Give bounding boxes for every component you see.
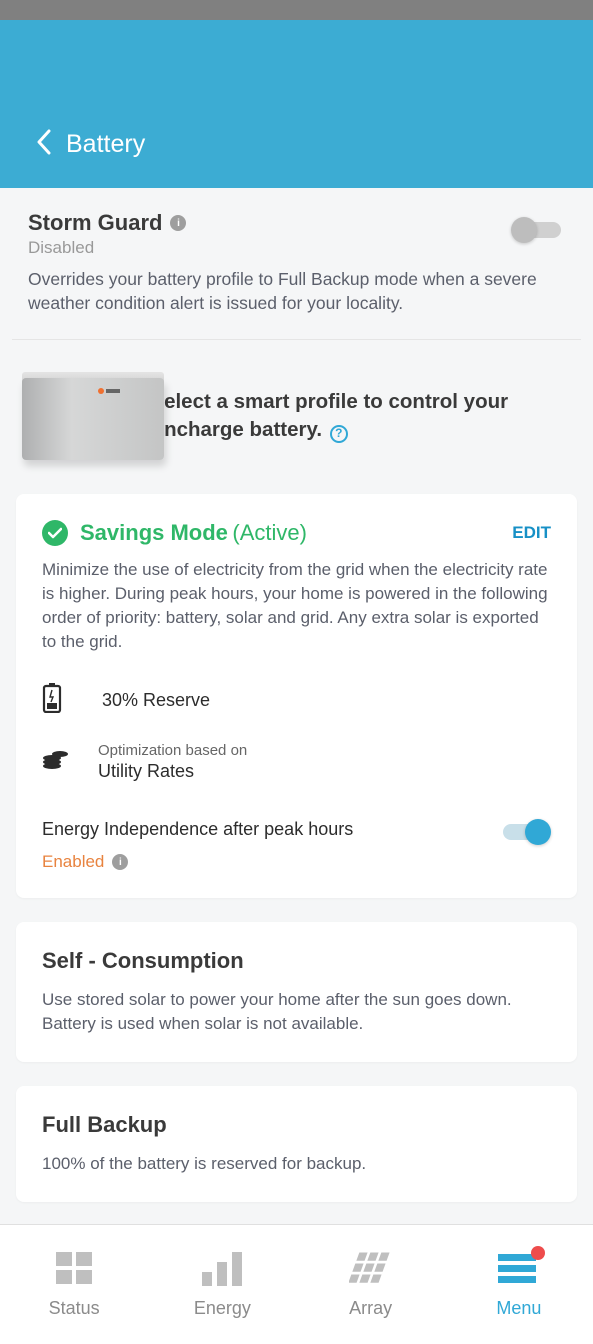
- encharge-battery-image: [16, 368, 130, 464]
- savings-mode-title: Savings Mode: [80, 520, 228, 545]
- storm-guard-description: Overrides your battery profile to Full B…: [28, 268, 548, 315]
- main-content: Storm Guard i Disabled Overrides your ba…: [0, 188, 593, 1224]
- chevron-left-icon: [36, 129, 52, 155]
- nav-label: Array: [349, 1298, 392, 1319]
- edit-button[interactable]: EDIT: [512, 523, 551, 543]
- page-header: Battery: [0, 20, 593, 188]
- notification-dot-icon: [531, 1246, 545, 1260]
- nav-array[interactable]: Array: [297, 1225, 445, 1344]
- self-consumption-description: Use stored solar to power your home afte…: [42, 988, 551, 1036]
- savings-active-badge: (Active): [232, 520, 307, 545]
- storm-guard-title: Storm Guard: [28, 210, 162, 236]
- nav-label: Energy: [194, 1298, 251, 1319]
- status-icon: [52, 1250, 96, 1288]
- nav-label: Status: [49, 1298, 100, 1319]
- optimization-label: Optimization based on: [98, 742, 247, 759]
- energy-independence-status: Enabled: [42, 852, 104, 872]
- profile-intro-row: Select a smart profile to control your E…: [12, 340, 581, 494]
- full-backup-description: 100% of the battery is reserved for back…: [42, 1152, 551, 1176]
- storm-guard-section: Storm Guard i Disabled Overrides your ba…: [12, 188, 581, 340]
- full-backup-title: Full Backup: [42, 1112, 551, 1138]
- savings-description: Minimize the use of electricity from the…: [42, 558, 551, 653]
- reserve-value: 30% Reserve: [102, 690, 210, 711]
- check-circle-icon: [42, 520, 68, 546]
- nav-status[interactable]: Status: [0, 1225, 148, 1344]
- storm-guard-title-row: Storm Guard i: [28, 210, 186, 236]
- bottom-nav: Status Energy: [0, 1224, 593, 1344]
- self-consumption-title: Self - Consumption: [42, 948, 551, 974]
- battery-reserve-icon: [42, 683, 68, 718]
- page-title: Battery: [66, 130, 145, 159]
- coins-icon: [42, 748, 68, 777]
- info-icon[interactable]: i: [170, 215, 186, 231]
- optimization-value: Utility Rates: [98, 761, 247, 782]
- nav-energy[interactable]: Energy: [148, 1225, 296, 1344]
- energy-independence-toggle[interactable]: [497, 818, 551, 846]
- menu-icon: [497, 1250, 541, 1288]
- back-button[interactable]: [36, 129, 52, 160]
- energy-independence-label: Energy Independence after peak hours: [42, 819, 353, 840]
- profile-intro-text: Select a smart profile to control your E…: [150, 388, 567, 445]
- full-backup-card[interactable]: Full Backup 100% of the battery is reser…: [16, 1086, 577, 1202]
- storm-guard-toggle[interactable]: [511, 216, 565, 244]
- savings-mode-card[interactable]: Savings Mode (Active) EDIT Minimize the …: [16, 494, 577, 898]
- help-icon[interactable]: ?: [330, 425, 348, 443]
- storm-guard-status: Disabled: [28, 238, 186, 258]
- self-consumption-card[interactable]: Self - Consumption Use stored solar to p…: [16, 922, 577, 1062]
- info-icon[interactable]: i: [112, 854, 128, 870]
- energy-icon: [200, 1250, 244, 1288]
- device-status-bar: [0, 0, 593, 20]
- nav-label: Menu: [496, 1298, 541, 1319]
- nav-menu[interactable]: Menu: [445, 1225, 593, 1344]
- array-icon: [349, 1250, 393, 1288]
